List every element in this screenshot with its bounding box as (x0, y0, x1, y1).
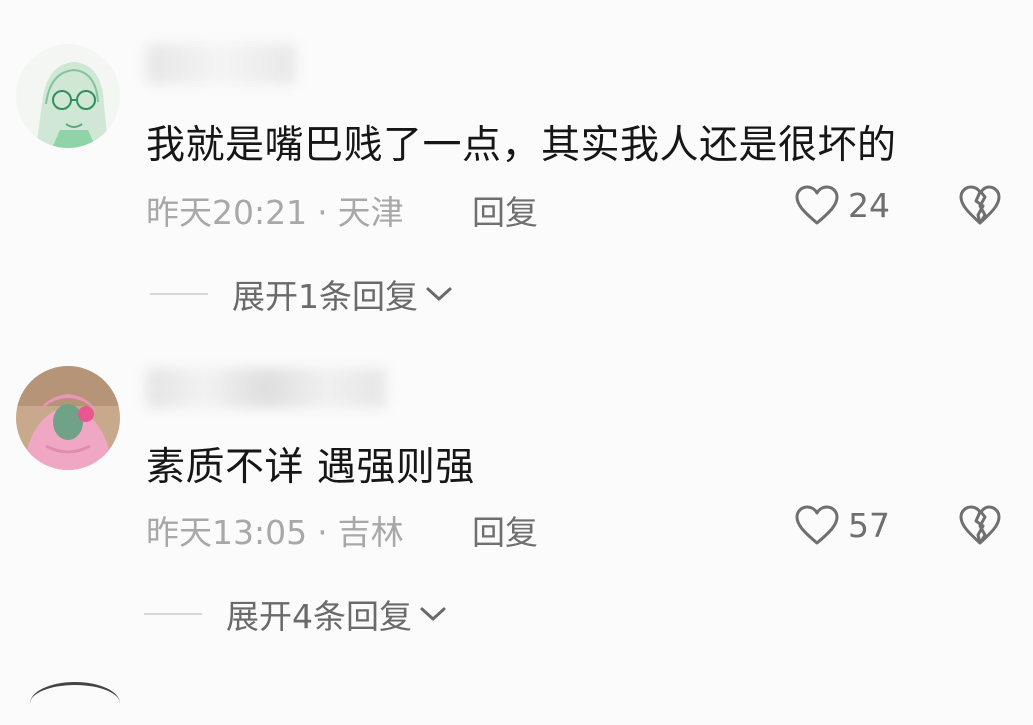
avatar[interactable] (16, 44, 120, 148)
meta-separator: · (317, 193, 328, 232)
reply-button[interactable]: 回复 (472, 506, 538, 554)
reply-button[interactable]: 回复 (472, 186, 538, 234)
expand-replies-label: 展开4条回复 (226, 597, 412, 636)
heart-outline-icon (795, 505, 839, 545)
avatar[interactable] (16, 366, 120, 470)
comment-meta: 昨天13:05 · 吉林 (146, 506, 404, 554)
next-comment-avatar-partial (30, 682, 120, 725)
pink-hoodie-avatar-icon (16, 366, 120, 470)
dislike-button[interactable] (958, 184, 1002, 230)
anime-girl-avatar-icon (16, 44, 120, 148)
comment-text: 我就是嘴巴贱了一点，其实我人还是很坏的 (146, 123, 897, 168)
divider-line (150, 293, 208, 295)
broken-heart-icon (959, 505, 1001, 545)
comment-time: 昨天13:05 (146, 513, 308, 552)
expand-replies-button[interactable]: 展开1条回复 (150, 270, 454, 318)
like-count: 24 (848, 185, 890, 225)
username-redacted[interactable] (146, 368, 386, 408)
comment-location: 吉林 (337, 513, 404, 552)
comment-time: 昨天20:21 (146, 193, 308, 232)
divider-line (144, 613, 202, 615)
like-count: 57 (848, 505, 890, 545)
comment-text: 素质不详 遇强则强 (146, 445, 475, 490)
chevron-down-icon (426, 287, 452, 301)
expand-replies-label: 展开1条回复 (232, 277, 418, 316)
comment-meta: 昨天20:21 · 天津 (146, 186, 404, 234)
expand-replies-button[interactable]: 展开4条回复 (144, 590, 448, 638)
meta-separator: · (317, 513, 328, 552)
dislike-button[interactable] (958, 504, 1002, 550)
like-button[interactable]: 57 (794, 504, 890, 546)
username-redacted[interactable] (146, 44, 296, 84)
like-button[interactable]: 24 (794, 184, 890, 226)
comment-location: 天津 (337, 193, 404, 232)
chevron-down-icon (420, 607, 446, 621)
heart-outline-icon (795, 185, 839, 225)
broken-heart-icon (959, 185, 1001, 225)
